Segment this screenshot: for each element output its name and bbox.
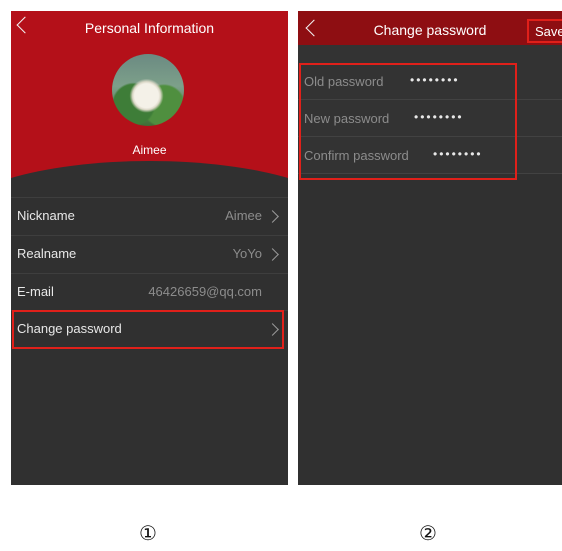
row-value: YoYo	[232, 246, 262, 261]
caption-step-2: ②	[419, 521, 437, 545]
caption-step-1: ①	[139, 521, 157, 545]
row-value: 46426659@qq.com	[148, 284, 262, 299]
save-button[interactable]: Save	[527, 19, 562, 43]
row-nickname[interactable]: Nickname Aimee	[11, 197, 288, 235]
change-password-screen: Change password Save Old password ••••••…	[298, 11, 562, 485]
avatar[interactable]	[112, 54, 184, 126]
row-label: Nickname	[17, 208, 75, 223]
chevron-right-icon	[266, 210, 279, 223]
row-label: E-mail	[17, 284, 54, 299]
user-name: Aimee	[132, 143, 167, 157]
password-fields-highlight	[299, 63, 517, 180]
page-title: Personal Information	[84, 20, 215, 36]
chevron-right-icon	[266, 248, 279, 261]
row-value: Aimee	[225, 208, 262, 223]
page-title: Change password	[373, 22, 487, 38]
row-label: Realname	[17, 246, 77, 261]
personal-information-screen: Personal Information Aimee Nickname Aime…	[11, 11, 288, 485]
spacer-strip	[298, 45, 562, 63]
row-email: E-mail 46426659@qq.com	[11, 273, 288, 311]
change-password-highlight	[12, 310, 284, 349]
row-realname[interactable]: Realname YoYo	[11, 235, 288, 273]
